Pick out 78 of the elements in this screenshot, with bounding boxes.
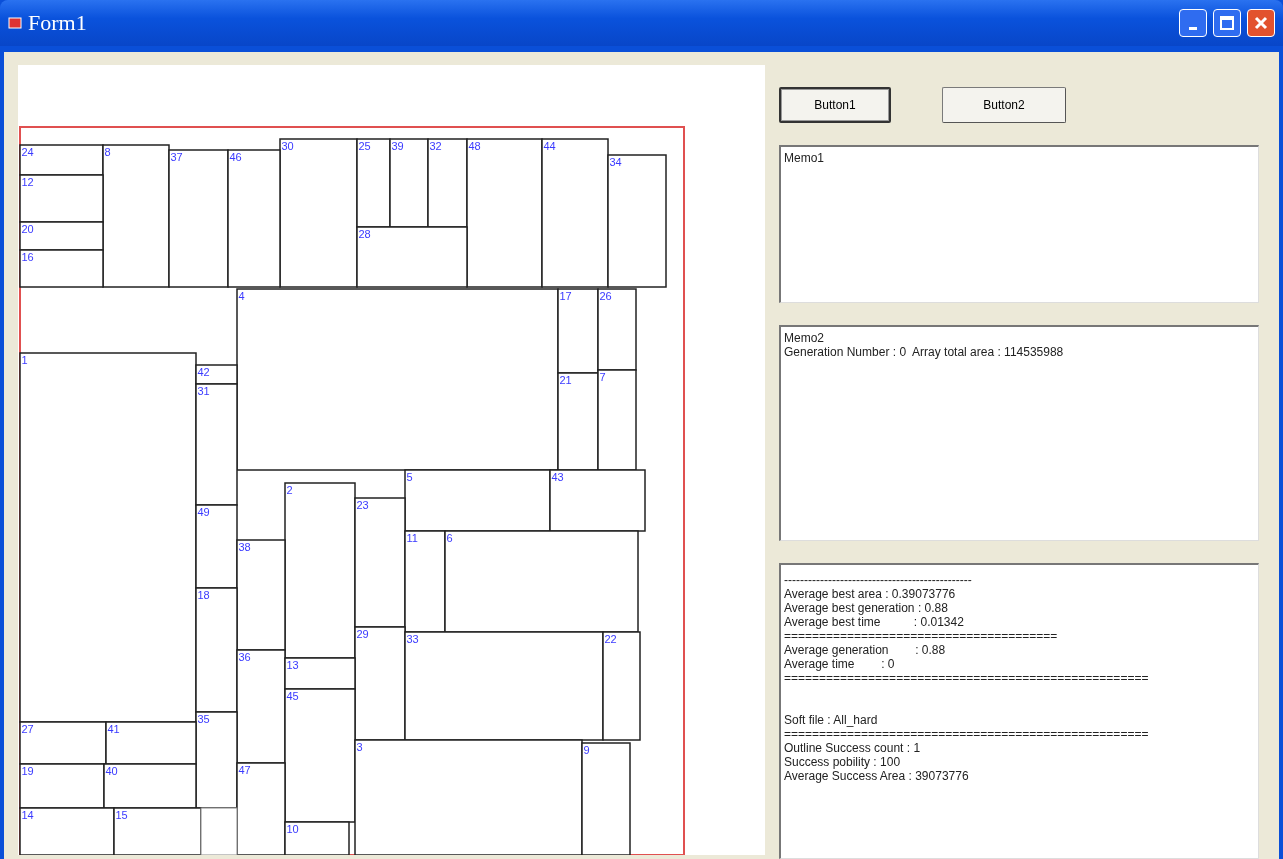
block-label: 33: [406, 633, 419, 645]
memo-line: Success pobility : 100: [784, 755, 901, 769]
block-label: 40: [105, 765, 118, 777]
block-label: 37: [170, 151, 183, 163]
block-label: 3: [356, 741, 363, 753]
block-label: 2: [286, 484, 293, 496]
memo-line: Generation Number : 0 Array total area : 114535988: [784, 345, 1064, 359]
block-label: 18: [197, 589, 210, 601]
block-label: 5: [406, 471, 413, 483]
block-label: 41: [107, 723, 120, 735]
block-label: 36: [238, 651, 251, 663]
block-label: 43: [551, 471, 564, 483]
memo-line: -----------------------------------------------: [784, 573, 972, 587]
block-label: 19: [21, 765, 34, 777]
block-label: 28: [358, 228, 371, 240]
block-label: 15: [115, 809, 128, 821]
block-label: 49: [197, 506, 210, 518]
block-label: 21: [559, 374, 572, 386]
block-label: 14: [21, 809, 34, 821]
block-label: 39: [391, 140, 404, 152]
memo-line: Outline Success count : 1: [784, 741, 921, 755]
block-label: 8: [104, 146, 111, 158]
close-button[interactable]: [1247, 9, 1275, 37]
memo-line: Memo1: [784, 151, 824, 165]
block-label: 23: [356, 499, 369, 511]
block-label: 17: [559, 290, 572, 302]
memo-box[interactable]: [779, 563, 1259, 859]
block-label: 20: [21, 223, 34, 235]
memo-line: =======================================: [784, 629, 1058, 643]
block-label: 46: [229, 151, 242, 163]
block-label: 45: [286, 690, 299, 702]
memo-line: Average generation : 0.88: [784, 643, 946, 657]
window-title: Form1: [28, 10, 88, 36]
block-label: 42: [197, 366, 210, 378]
block-label: 25: [358, 140, 371, 152]
block-label: 34: [609, 156, 622, 168]
memo-line: Average Success Area : 39073776: [784, 769, 969, 783]
block-label: 16: [21, 251, 34, 263]
block-label: 38: [238, 541, 251, 553]
block-label: 9: [583, 744, 590, 756]
maximize-icon: [1219, 15, 1235, 31]
block-label: 7: [599, 371, 606, 383]
block-label: 32: [429, 140, 442, 152]
memo-box[interactable]: Memo2 Generation Number : 0 Array total area : 114535988: [779, 325, 1259, 541]
memo-line: Memo2: [784, 331, 824, 345]
block-label: 47: [238, 764, 251, 776]
block-label: 6: [446, 532, 453, 544]
block-label: 1: [21, 354, 28, 366]
block-label: 27: [21, 723, 34, 735]
block-label: 31: [197, 385, 210, 397]
memo-line: Average best generation : 0.88: [784, 601, 948, 615]
memo-line: Average best area : 0.39073776: [784, 587, 956, 601]
block-label: 29: [356, 628, 369, 640]
block-label: 44: [543, 140, 556, 152]
memo-line: Soft file : All_hard: [784, 713, 878, 727]
memo-line: ====================================================: [784, 727, 1149, 741]
form-button[interactable]: Button1: [779, 87, 891, 123]
app-icon: [8, 16, 22, 30]
block-label: 12: [21, 176, 34, 188]
minimize-button[interactable]: [1179, 9, 1207, 37]
block-label: 13: [286, 659, 299, 671]
form-button[interactable]: Button2: [942, 87, 1066, 123]
maximize-button[interactable]: [1213, 9, 1241, 37]
block-label: 35: [197, 713, 210, 725]
block-label: 11: [406, 532, 418, 544]
block-label: 26: [599, 290, 612, 302]
minimize-icon: [1189, 26, 1197, 30]
close-icon: [1253, 15, 1269, 31]
block-label: 4: [238, 290, 245, 302]
memo-line: Average best time : 0.01342: [784, 615, 964, 629]
memo-line: Average time : 0: [784, 657, 895, 671]
block-label: 24: [21, 146, 34, 158]
block-label: 10: [286, 823, 299, 835]
memo-box[interactable]: Memo1: [779, 145, 1259, 303]
block-label: 22: [604, 633, 617, 645]
block-label: 30: [281, 140, 294, 152]
block-label: 48: [468, 140, 481, 152]
memo-line: ====================================================: [784, 671, 1149, 685]
